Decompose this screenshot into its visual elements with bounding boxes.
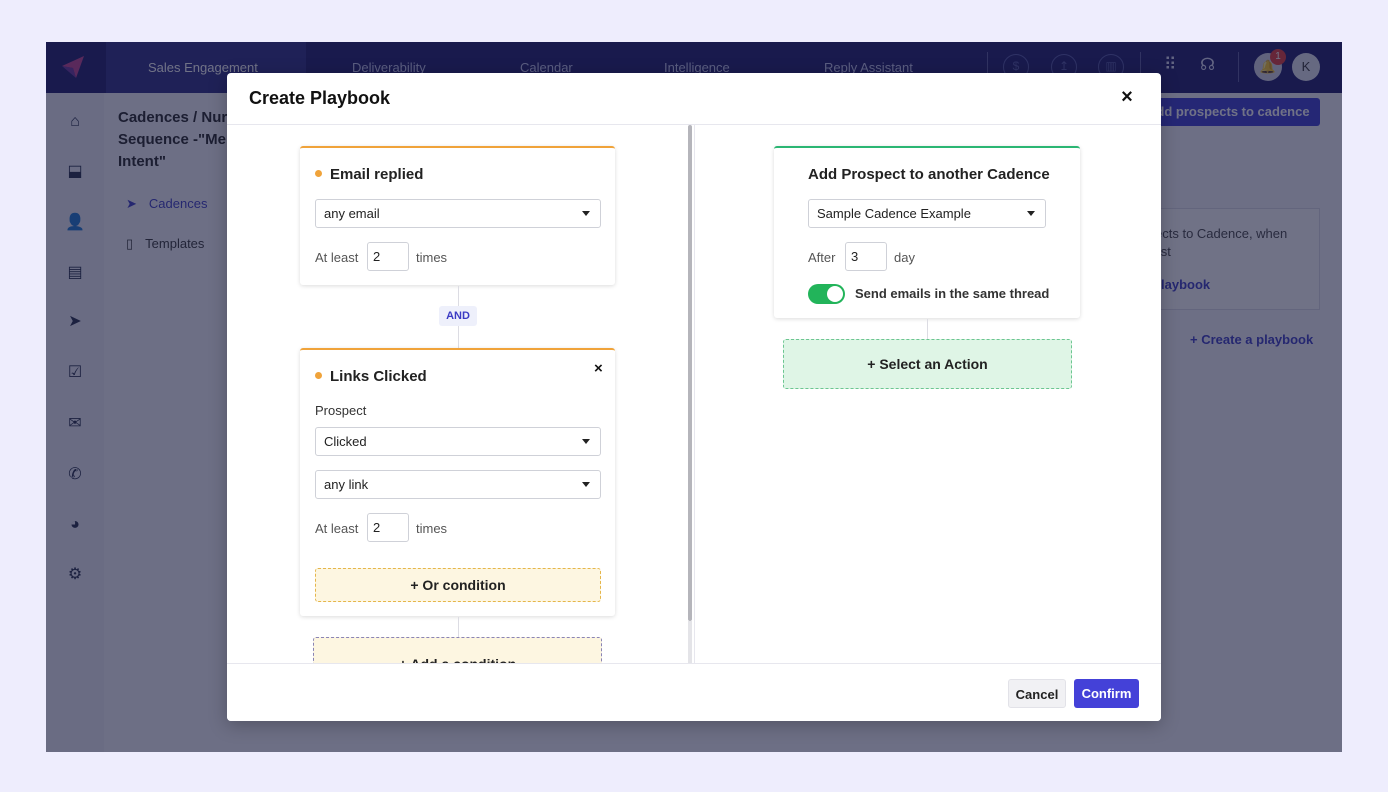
modal-title: Create Playbook bbox=[249, 88, 391, 108]
days-input[interactable]: 3 bbox=[845, 242, 887, 271]
cadence-select[interactable]: Sample Cadence Example bbox=[808, 199, 1046, 228]
confirm-button[interactable]: Confirm bbox=[1074, 679, 1139, 708]
at-least-label: At least bbox=[315, 521, 359, 536]
condition-title: Email replied bbox=[315, 166, 423, 183]
caret-down-icon bbox=[582, 211, 590, 216]
condition-card-email-replied: Email replied any email At least 2 times bbox=[300, 146, 615, 285]
or-condition-button[interactable]: + Or condition bbox=[315, 568, 601, 602]
condition-card-links-clicked: Links Clicked × Prospect Clicked any lin… bbox=[300, 348, 615, 616]
scrollbar-track[interactable] bbox=[688, 621, 692, 663]
caret-down-icon bbox=[1027, 211, 1035, 216]
count-input[interactable]: 2 bbox=[367, 242, 409, 271]
day-label: day bbox=[894, 250, 915, 265]
at-least-label: At least bbox=[315, 250, 359, 265]
action-card: Add Prospect to another Cadence Sample C… bbox=[774, 146, 1080, 318]
modal-header: Create Playbook × bbox=[227, 73, 1161, 125]
toggle-knob bbox=[827, 286, 843, 302]
email-select[interactable]: any email bbox=[315, 199, 601, 228]
same-thread-toggle[interactable] bbox=[808, 284, 845, 304]
cancel-button[interactable]: Cancel bbox=[1008, 679, 1066, 708]
scrollbar-thumb[interactable] bbox=[688, 125, 692, 621]
after-label: After bbox=[808, 250, 836, 265]
caret-down-icon bbox=[582, 482, 590, 487]
status-dot bbox=[315, 371, 322, 379]
conditions-pane: Email replied any email At least 2 times… bbox=[227, 125, 689, 663]
link-select[interactable]: any link bbox=[315, 470, 601, 499]
actions-pane: Add Prospect to another Cadence Sample C… bbox=[695, 125, 1161, 663]
close-icon[interactable]: × bbox=[1117, 87, 1137, 107]
count-input[interactable]: 2 bbox=[367, 513, 409, 542]
prospect-label: Prospect bbox=[315, 403, 367, 418]
connector-line bbox=[458, 617, 459, 638]
connector-line bbox=[927, 319, 928, 339]
add-condition-button[interactable]: + Add a condition bbox=[313, 637, 602, 663]
action-title: Add Prospect to another Cadence bbox=[808, 166, 1050, 183]
modal-footer: Cancel Confirm bbox=[227, 663, 1161, 721]
times-label: times bbox=[416, 521, 448, 536]
caret-down-icon bbox=[582, 439, 590, 444]
select-action-button[interactable]: + Select an Action bbox=[783, 339, 1072, 389]
condition-title: Links Clicked bbox=[315, 368, 427, 385]
same-thread-label: Send emails in the same thread bbox=[855, 286, 1050, 301]
status-select[interactable]: Clicked bbox=[315, 427, 601, 456]
create-playbook-modal: Create Playbook × Email replied any emai… bbox=[227, 73, 1161, 721]
times-label: times bbox=[416, 250, 448, 265]
status-dot bbox=[315, 169, 322, 177]
and-badge: AND bbox=[439, 306, 477, 326]
remove-condition-icon[interactable]: × bbox=[594, 360, 603, 377]
